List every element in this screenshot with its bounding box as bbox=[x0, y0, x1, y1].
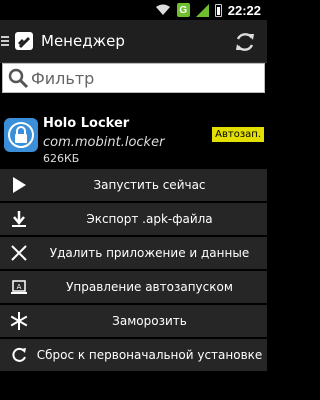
app-name: Holo Locker bbox=[43, 116, 130, 131]
search-icon bbox=[8, 68, 29, 89]
close-icon bbox=[8, 242, 30, 264]
battery-icon bbox=[214, 3, 222, 17]
action-label: Запустить сейчас bbox=[93, 178, 206, 192]
freeze-button[interactable]: Заморозить bbox=[0, 305, 267, 337]
search-bar[interactable] bbox=[2, 63, 265, 93]
download-icon bbox=[8, 208, 30, 230]
wifi-icon bbox=[155, 4, 171, 16]
export-apk-button[interactable]: Экспорт .apk-файла bbox=[0, 203, 267, 235]
action-label: Экспорт .apk-файла bbox=[86, 212, 213, 226]
search-input[interactable] bbox=[29, 67, 253, 89]
action-label: Сброс к первоначальной установке bbox=[36, 348, 263, 362]
status-bar: G 22:22 bbox=[0, 0, 267, 20]
holo-locker-app-icon bbox=[4, 118, 38, 152]
snowflake-icon bbox=[8, 310, 30, 332]
app-package: com.mobint.locker bbox=[43, 135, 165, 150]
signal-icon bbox=[195, 3, 209, 17]
network-badge: G bbox=[176, 3, 190, 17]
autostart-manager-button[interactable]: A Управление автозапуском bbox=[0, 271, 267, 303]
menu-icon[interactable] bbox=[1, 36, 11, 46]
refresh-icon[interactable] bbox=[233, 30, 257, 54]
status-time: 22:22 bbox=[227, 2, 261, 18]
uninstall-button[interactable]: Удалить приложение и данные bbox=[0, 237, 267, 269]
app-icon[interactable] bbox=[14, 31, 34, 51]
action-label: Заморозить bbox=[112, 314, 187, 328]
autostart-icon: A bbox=[8, 276, 30, 298]
action-bar: Менеджер bbox=[0, 20, 267, 63]
action-label: Удалить приложение и данные bbox=[49, 246, 250, 260]
autostart-badge: Автозап. bbox=[212, 127, 264, 142]
app-item[interactable]: Holo Locker com.mobint.locker 626КБ Авто… bbox=[0, 107, 267, 167]
reset-icon bbox=[8, 344, 30, 366]
reset-button[interactable]: Сброс к первоначальной установке bbox=[0, 339, 267, 371]
page-title: Менеджер bbox=[41, 32, 125, 50]
app-size: 626КБ bbox=[43, 152, 80, 165]
actions-list: Запустить сейчас Экспорт .apk-файла Удал… bbox=[0, 169, 267, 373]
play-icon bbox=[8, 174, 30, 196]
action-label: Управление автозапуском bbox=[66, 280, 233, 294]
run-now-button[interactable]: Запустить сейчас bbox=[0, 169, 267, 201]
svg-text:A: A bbox=[17, 283, 22, 291]
